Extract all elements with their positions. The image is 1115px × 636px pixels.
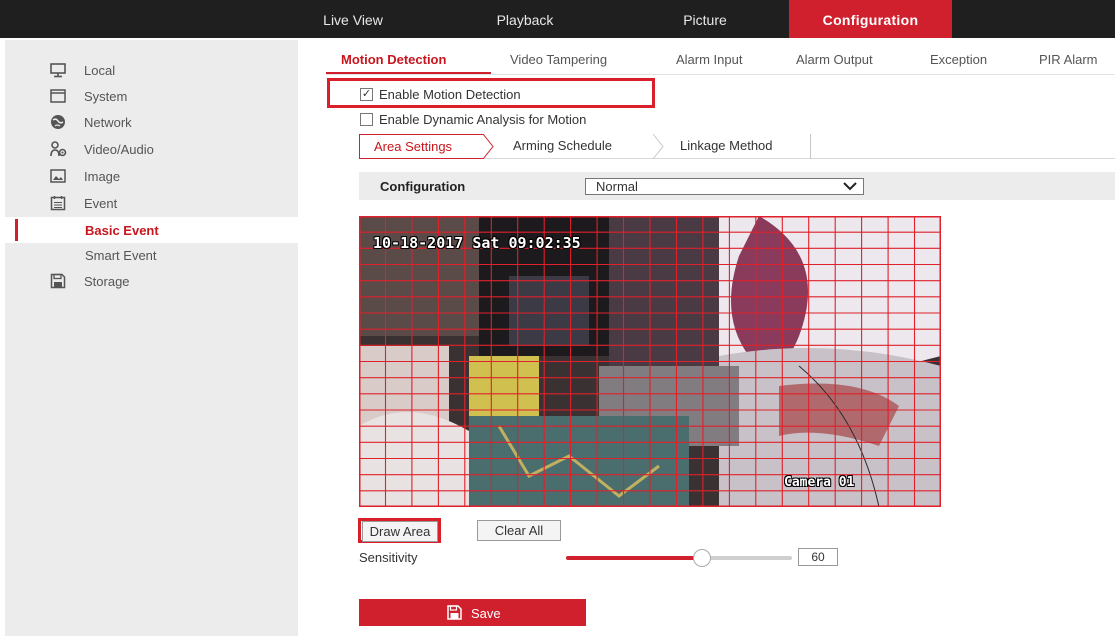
network-globe-icon bbox=[51, 115, 65, 129]
checkbox-label: Enable Dynamic Analysis for Motion bbox=[379, 112, 587, 127]
image-icon bbox=[50, 169, 66, 183]
configuration-label: Configuration bbox=[380, 179, 466, 194]
sidebar-item-image[interactable]: Image bbox=[5, 163, 298, 189]
sensitivity-slider-thumb[interactable] bbox=[692, 549, 711, 567]
tab-alarm-output[interactable]: Alarm Output bbox=[796, 52, 873, 67]
sub-tabs: Area Settings Arming Schedule Linkage Me… bbox=[359, 134, 1115, 159]
sidebar-item-event[interactable]: Event bbox=[5, 190, 298, 216]
draw-area-button[interactable]: Draw Area bbox=[362, 521, 438, 542]
sidebar-item-video-audio[interactable]: Video/Audio bbox=[5, 136, 298, 162]
checkbox-checked[interactable]: ✓ bbox=[360, 88, 373, 101]
subtab-linkage-method[interactable]: Linkage Method bbox=[680, 134, 773, 159]
subtab-area-settings[interactable]: Area Settings bbox=[359, 134, 483, 159]
tab-motion-detection[interactable]: Motion Detection bbox=[341, 52, 446, 67]
camera-scene bbox=[359, 216, 941, 507]
system-icon bbox=[50, 89, 66, 103]
sidebar-item-label: Basic Event bbox=[85, 223, 159, 238]
configuration-select-value: Normal bbox=[596, 179, 638, 194]
sidebar-item-label: System bbox=[84, 89, 128, 104]
chevron-right-icon bbox=[483, 134, 494, 159]
tab-exception[interactable]: Exception bbox=[930, 52, 987, 67]
sidebar-item-local[interactable]: Local bbox=[5, 57, 298, 83]
sidebar-item-label: Image bbox=[84, 169, 121, 184]
monitor-icon bbox=[50, 63, 66, 78]
tab-divider bbox=[326, 74, 1115, 75]
sidebar-item-label: Local bbox=[84, 63, 116, 78]
sensitivity-label: Sensitivity bbox=[359, 550, 418, 565]
save-button-label: Save bbox=[471, 606, 501, 621]
sidebar-subitem-smart-event[interactable]: Smart Event bbox=[5, 242, 298, 268]
sidebar-item-label: Smart Event bbox=[85, 248, 157, 263]
sidebar-item-label: Event bbox=[84, 196, 118, 211]
sidebar: Local System Network Video/Audio Image E… bbox=[5, 40, 298, 636]
sidebar-item-storage[interactable]: Storage bbox=[5, 268, 298, 294]
chevron-down-icon bbox=[843, 182, 857, 191]
subtab-separator bbox=[810, 134, 811, 159]
sidebar-subitem-basic-event[interactable]: Basic Event bbox=[5, 217, 298, 243]
video-camera-name-overlay: Camera 01 bbox=[784, 475, 855, 490]
save-button[interactable]: Save bbox=[359, 599, 586, 626]
sensitivity-value-input[interactable]: 60 bbox=[798, 548, 838, 566]
nav-configuration[interactable]: Configuration bbox=[789, 0, 952, 38]
nav-picture[interactable]: Picture bbox=[655, 0, 755, 38]
nav-live-view[interactable]: Live View bbox=[306, 0, 400, 38]
sidebar-item-label: Video/Audio bbox=[84, 142, 154, 157]
top-navigation-bar: Live View Playback Picture Configuration bbox=[0, 0, 1115, 38]
subtab-arming-schedule[interactable]: Arming Schedule bbox=[513, 134, 612, 159]
video-preview[interactable]: 10-18-2017 Sat 09:02:35 Camera 01 bbox=[359, 216, 941, 507]
clear-all-button[interactable]: Clear All bbox=[477, 520, 561, 541]
storage-icon bbox=[50, 273, 66, 289]
nav-playback[interactable]: Playback bbox=[470, 0, 580, 38]
sidebar-item-label: Storage bbox=[84, 274, 130, 289]
sensitivity-slider-fill bbox=[566, 556, 702, 560]
sensitivity-slider-track[interactable] bbox=[566, 556, 792, 560]
tab-video-tampering[interactable]: Video Tampering bbox=[510, 52, 607, 67]
tab-pir-alarm[interactable]: PIR Alarm bbox=[1039, 52, 1098, 67]
sidebar-item-label: Network bbox=[84, 115, 132, 130]
checkbox-unchecked[interactable] bbox=[360, 113, 373, 126]
save-disk-icon bbox=[447, 605, 462, 620]
configuration-select[interactable]: Normal bbox=[585, 178, 864, 195]
video-audio-icon bbox=[50, 141, 67, 157]
event-calendar-icon bbox=[50, 196, 66, 211]
video-timestamp-overlay: 10-18-2017 Sat 09:02:35 bbox=[373, 234, 581, 252]
chevron-right-icon bbox=[653, 134, 664, 159]
tab-alarm-input[interactable]: Alarm Input bbox=[676, 52, 742, 67]
checkbox-label: Enable Motion Detection bbox=[379, 87, 521, 102]
sidebar-item-network[interactable]: Network bbox=[5, 109, 298, 135]
configuration-row: Configuration Normal bbox=[359, 172, 1115, 200]
sidebar-item-system[interactable]: System bbox=[5, 83, 298, 109]
